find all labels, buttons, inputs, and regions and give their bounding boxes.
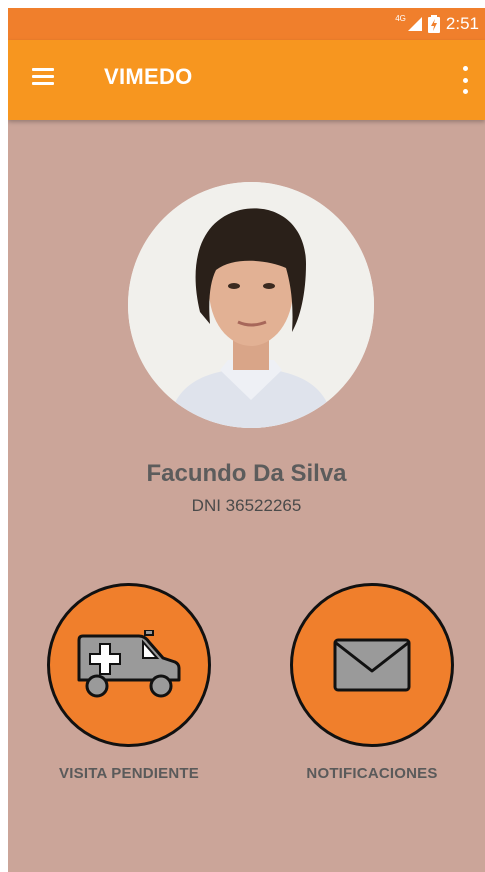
- status-indicators: 4G 2:51: [395, 8, 479, 40]
- app-bar: VIMEDO: [8, 40, 485, 120]
- visita-pendiente-label: VISITA PENDIENTE: [59, 765, 199, 782]
- visita-pendiente-button[interactable]: VISITA PENDIENTE: [44, 583, 214, 782]
- envelope-icon: [333, 638, 411, 692]
- app-title: VIMEDO: [104, 64, 193, 89]
- profile-name: Facundo Da Silva: [146, 460, 347, 487]
- network-type: 4G: [395, 13, 406, 23]
- ambulance-icon: [77, 630, 181, 698]
- notificaciones-label: NOTIFICACIONES: [306, 765, 438, 782]
- battery-icon: [427, 15, 440, 33]
- notificaciones-button[interactable]: NOTIFICACIONES: [287, 583, 457, 782]
- status-bar: 4G 2:51: [8, 8, 485, 40]
- overflow-menu-icon[interactable]: [457, 66, 473, 94]
- clock: 2:51: [445, 14, 479, 33]
- avatar-photo: [128, 182, 374, 428]
- notificaciones-circle[interactable]: [290, 583, 454, 747]
- visita-pendiente-circle[interactable]: [47, 583, 211, 747]
- signal-icon: [407, 17, 422, 31]
- profile-avatar: [128, 182, 374, 428]
- app-screen: 4G 2:51 VIMEDO Facundo Da Silva DNI 3652…: [8, 8, 485, 872]
- hamburger-menu-icon[interactable]: [32, 68, 54, 86]
- profile-dni: DNI 36522265: [191, 496, 302, 515]
